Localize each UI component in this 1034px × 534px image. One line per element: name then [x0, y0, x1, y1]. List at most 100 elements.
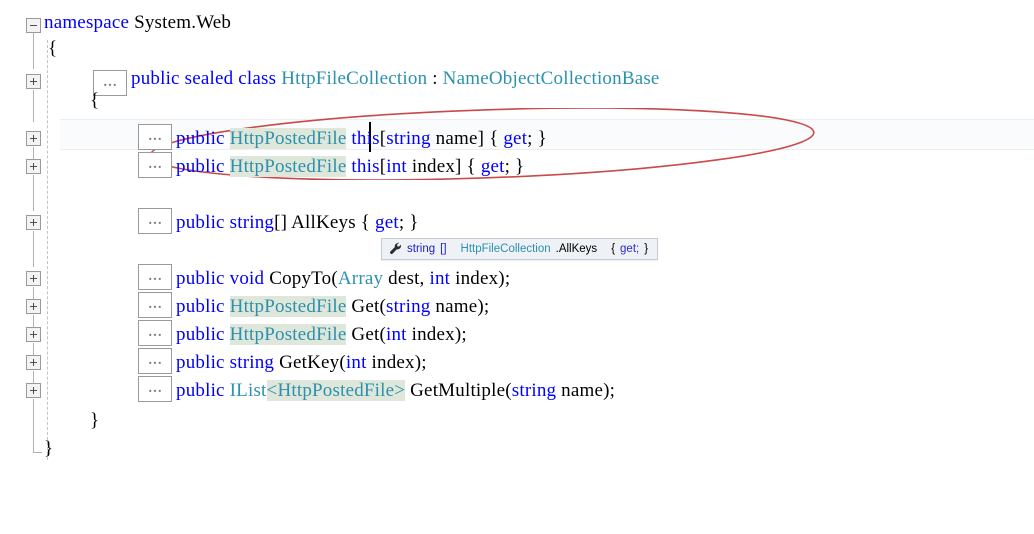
gutter-guide-line	[33, 33, 34, 69]
code-token: Get(	[346, 296, 386, 317]
plus-icon	[33, 219, 34, 226]
code-token: }	[90, 410, 100, 431]
line-get-int[interactable]: public HttpPostedFile Get(int index);	[176, 322, 467, 348]
plus-icon	[33, 275, 34, 282]
plus-icon	[33, 331, 34, 338]
collapsed-region-box[interactable]: ...	[138, 320, 172, 346]
code-token: class	[238, 68, 277, 89]
code-token: string	[385, 296, 431, 317]
code-token: public	[176, 352, 225, 373]
code-token: string	[229, 352, 275, 373]
code-token: get	[503, 128, 528, 149]
gutter-guide-line	[33, 175, 34, 211]
code-token: int	[429, 268, 451, 289]
code-token: public	[176, 324, 225, 345]
code-token: get	[480, 156, 505, 177]
fold-toggle-expand[interactable]	[26, 327, 41, 342]
code-token: string	[386, 128, 431, 149]
gutter-guide-line	[33, 231, 34, 267]
plus-icon	[33, 78, 34, 85]
code-token: ; }	[504, 156, 525, 177]
line-class-open-brace[interactable]: {	[90, 88, 99, 114]
code-token: name] {	[430, 128, 504, 149]
line-class-decl[interactable]: public sealed class HttpFileCollection :…	[131, 66, 660, 92]
plus-icon	[33, 163, 34, 170]
code-token: this	[351, 156, 380, 177]
code-token: string	[511, 380, 557, 401]
code-token: ; }	[527, 128, 547, 149]
code-token: HttpPostedFile	[229, 156, 347, 177]
code-token: namespace	[44, 12, 130, 33]
line-get-string[interactable]: public HttpPostedFile Get(string name);	[176, 294, 489, 320]
gutter-guide-line	[33, 343, 34, 355]
line-indexer-int[interactable]: public HttpPostedFile this[int index] { …	[176, 154, 524, 180]
plus-icon	[33, 135, 34, 142]
code-token: Array	[337, 268, 384, 289]
tooltip-return-type: string	[407, 242, 436, 255]
plus-icon	[33, 387, 34, 394]
code-token: HttpPostedFile	[229, 296, 347, 317]
code-token: NameObjectCollectionBase	[442, 68, 660, 89]
gutter-indent-guide	[47, 40, 48, 460]
line-getkey[interactable]: public string GetKey(int index);	[176, 350, 427, 376]
code-token: get	[375, 212, 399, 233]
code-token: int	[386, 156, 407, 177]
collapsed-region-box[interactable]: ...	[138, 208, 172, 234]
code-token: public	[176, 296, 225, 317]
line-class-close-brace[interactable]: }	[90, 408, 99, 434]
fold-toggle-expand[interactable]	[26, 271, 41, 286]
tooltip-accessor-open: {	[611, 242, 616, 255]
code-token: GetKey(	[274, 352, 346, 373]
fold-toggle-expand[interactable]	[26, 74, 41, 89]
line-allkeys[interactable]: public string[] AllKeys { get; }	[176, 210, 419, 236]
code-editor-surface[interactable]: string [] HttpFileCollection .AllKeys { get;…	[0, 0, 1034, 534]
code-token: index);	[366, 352, 427, 373]
line-indexer-string[interactable]: public HttpPostedFile this[string name] …	[176, 126, 547, 152]
minus-icon	[30, 25, 37, 26]
wrench-icon	[389, 242, 402, 255]
current-line-top-border	[60, 119, 1034, 120]
code-token: Get(	[346, 324, 386, 345]
code-token: ; }	[398, 212, 419, 233]
code-token: index);	[406, 324, 467, 345]
code-token: index);	[450, 268, 511, 289]
fold-toggle-expand[interactable]	[26, 215, 41, 230]
code-token: :	[427, 68, 443, 89]
fold-toggle-expand[interactable]	[26, 131, 41, 146]
code-token: int	[345, 352, 367, 373]
collapsed-region-box[interactable]: ...	[138, 292, 172, 318]
collapsed-region-box[interactable]: ...	[138, 152, 172, 178]
collapsed-region-box[interactable]: ...	[138, 348, 172, 374]
code-token: index] {	[406, 156, 481, 177]
line-namespace-close-brace[interactable]: }	[44, 436, 53, 462]
collapsed-region-box[interactable]: ...	[138, 264, 172, 290]
collapsed-region-box[interactable]: ...	[138, 124, 172, 150]
code-token: public	[176, 380, 225, 401]
line-namespace[interactable]: namespace System.Web	[44, 10, 231, 36]
code-token: int	[385, 324, 407, 345]
line-copyto[interactable]: public void CopyTo(Array dest, int index…	[176, 266, 510, 292]
code-token: name);	[430, 296, 490, 317]
fold-toggle-collapse[interactable]	[26, 18, 41, 33]
gutter-guide-line	[33, 315, 34, 327]
fold-toggle-expand[interactable]	[26, 159, 41, 174]
fold-toggle-expand[interactable]	[26, 383, 41, 398]
code-token: <HttpPostedFile>	[266, 380, 406, 401]
fold-toggle-expand[interactable]	[26, 299, 41, 314]
code-token: }	[44, 438, 54, 459]
code-token: HttpFileCollection	[281, 68, 428, 89]
code-token: void	[229, 268, 265, 289]
code-token: public	[176, 156, 225, 177]
collapsed-region-box[interactable]: ...	[138, 376, 172, 402]
line-namespace-open-brace[interactable]: {	[48, 36, 57, 62]
code-token: public	[176, 212, 225, 233]
gutter-guide-line	[33, 371, 34, 383]
code-token: System.Web	[129, 12, 232, 33]
code-token: public	[176, 268, 225, 289]
line-getmultiple[interactable]: public IList<HttpPostedFile> GetMultiple…	[176, 378, 615, 404]
code-token: sealed	[184, 68, 234, 89]
fold-toggle-expand[interactable]	[26, 355, 41, 370]
code-token: dest,	[383, 268, 430, 289]
